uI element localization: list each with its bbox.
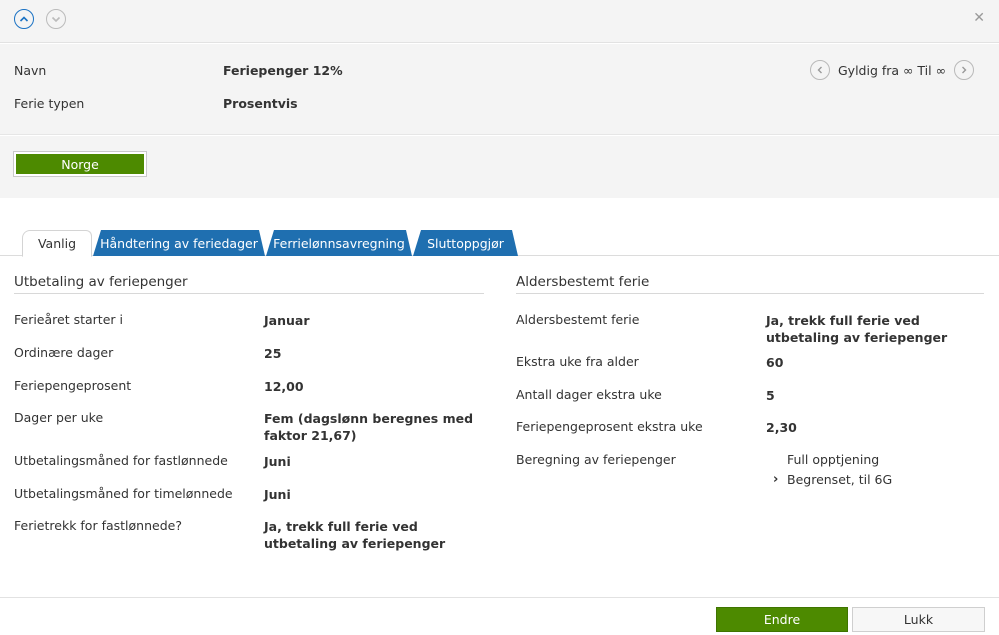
- field-label: Utbetalingsmåned for fastlønnede: [14, 453, 228, 468]
- left-section-divider: [14, 293, 484, 294]
- field-label: Feriepengeprosent ekstra uke: [516, 419, 703, 434]
- edit-button[interactable]: Endre: [716, 607, 848, 632]
- type-label: Ferie typen: [14, 96, 85, 111]
- country-button[interactable]: Norge: [13, 151, 147, 177]
- right-section-divider: [516, 293, 984, 294]
- field-value: Januar: [264, 313, 310, 328]
- next-record-button[interactable]: [46, 9, 66, 29]
- previous-record-button[interactable]: [14, 9, 34, 29]
- validity-prev-button[interactable]: [809, 60, 830, 80]
- field-label: Beregning av feriepenger: [516, 452, 676, 467]
- field-label: Ferieåret starter i: [14, 312, 123, 327]
- option-label: Begrenset, til 6G: [787, 472, 893, 487]
- field-label: Ordinære dager: [14, 345, 114, 360]
- field-label: Ferietrekk for fastlønnede?: [14, 518, 182, 533]
- chevron-up-icon: [19, 16, 29, 22]
- validity-next-button[interactable]: [954, 60, 974, 80]
- field-value: 12,00: [264, 379, 304, 394]
- field-value: Juni: [264, 454, 291, 469]
- chevron-right-icon: ›: [773, 472, 779, 487]
- close-button[interactable]: Lukk: [852, 607, 985, 632]
- tab-sluttoppgjor[interactable]: Sluttoppgjør: [413, 230, 518, 256]
- field-label: Utbetalingsmåned for timelønnede: [14, 486, 233, 501]
- field-label: Dager per uke: [14, 410, 104, 425]
- field-value: Fem (dagslønn beregnes med faktor 21,67): [264, 411, 474, 443]
- name-label: Navn: [14, 63, 47, 78]
- field-value: Ja, trekk full ferie ved utbetaling av f…: [766, 313, 948, 345]
- calc-option-full-opptjening[interactable]: Full opptjening: [773, 452, 879, 467]
- option-label: Full opptjening: [787, 452, 880, 467]
- field-value: Ja, trekk full ferie ved utbetaling av f…: [264, 519, 446, 551]
- right-section-title: Aldersbestemt ferie: [516, 274, 650, 290]
- field-label: Feriepengeprosent: [14, 378, 132, 393]
- close-icon[interactable]: ✕: [973, 10, 985, 26]
- name-value: Feriepenger 12%: [223, 63, 343, 78]
- field-label: Aldersbestemt ferie: [516, 312, 640, 327]
- field-value: 25: [264, 346, 282, 361]
- validity-navigator: Gyldig fra ∞ Til ∞: [809, 60, 974, 80]
- country-band: Norge: [0, 136, 999, 198]
- tab-bar: Vanlig Håndtering av feriedager Ferrielø…: [0, 230, 999, 257]
- type-value: Prosentvis: [223, 96, 298, 111]
- tab-ferielonnsavregning[interactable]: Ferrielønnsavregning: [266, 230, 412, 256]
- footer-divider: [0, 597, 999, 598]
- chevron-left-icon: [817, 66, 822, 74]
- calc-option-begrenset-6g[interactable]: › Begrenset, til 6G: [773, 472, 892, 487]
- top-bar: ✕: [0, 0, 999, 43]
- chevron-right-icon: [962, 66, 967, 74]
- field-value: 2,30: [766, 420, 797, 435]
- field-label: Ekstra uke fra alder: [516, 354, 639, 369]
- tab-handtering-av-feriedager[interactable]: Håndtering av feriedager: [93, 230, 265, 256]
- record-header: Navn Feriepenger 12% Ferie typen Prosent…: [0, 44, 999, 135]
- chevron-down-icon: [51, 16, 61, 23]
- validity-text: Gyldig fra ∞ Til ∞: [837, 62, 946, 78]
- field-value: Juni: [264, 487, 291, 502]
- field-label: Antall dager ekstra uke: [516, 387, 662, 402]
- field-value: 60: [766, 355, 784, 370]
- left-section-title: Utbetaling av feriepenger: [14, 274, 188, 290]
- tab-vanlig[interactable]: Vanlig: [22, 230, 92, 257]
- field-value: 5: [766, 388, 775, 403]
